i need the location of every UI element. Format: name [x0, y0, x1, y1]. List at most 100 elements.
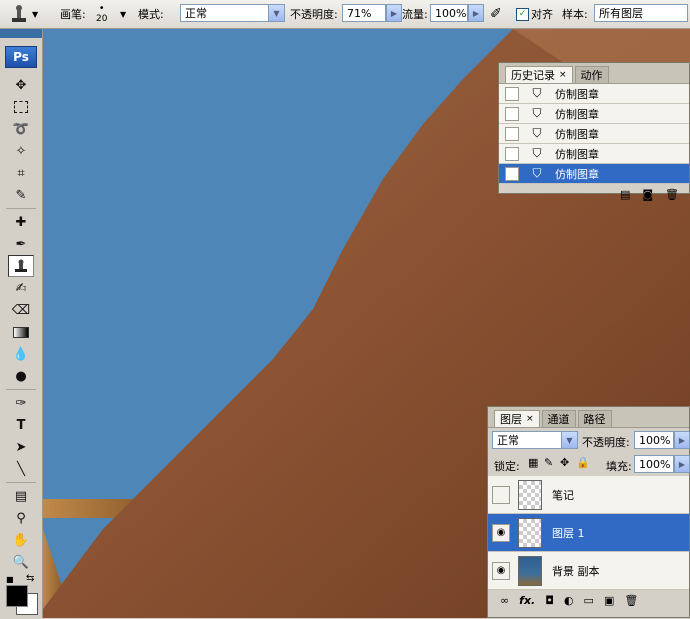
toolbox-grip[interactable] [0, 29, 42, 38]
history-item[interactable]: ⛉ 仿制图章 [499, 164, 689, 184]
airbrush-icon[interactable]: ✐ [490, 0, 502, 28]
hand-tool-icon[interactable]: ✋ [0, 529, 42, 551]
trash-icon[interactable]: 🗑 [624, 594, 638, 607]
mode-value: 正常 [185, 7, 207, 20]
flow-slider-arrow-icon[interactable]: ▶ [468, 4, 484, 22]
sample-select[interactable]: 所有图层 [594, 4, 688, 22]
clone-stamp-icon: ⛉ [532, 146, 542, 160]
new-document-icon[interactable]: ▤ [620, 188, 630, 201]
close-icon[interactable]: × [559, 70, 567, 80]
default-colors-icon[interactable]: ■ [6, 575, 14, 584]
history-snapshot-checkbox[interactable] [505, 126, 519, 141]
eye-icon[interactable]: ◉ [492, 523, 510, 542]
layers-lock-row: 锁定: ▦ ✎ ✥ 🔒 填充: 100% ▶ [488, 452, 690, 476]
opacity-label: 不透明度: [290, 8, 338, 21]
zoom-tool-icon[interactable]: 🔍 [0, 551, 42, 573]
history-item-label: 仿制图章 [555, 107, 599, 121]
add-mask-icon[interactable]: ◘ [545, 594, 554, 607]
gradient-tool-icon[interactable] [0, 321, 42, 343]
swap-colors-icon[interactable]: ⇆ [26, 573, 34, 584]
fill-value: 100% [639, 457, 671, 471]
crop-tool-icon[interactable]: ⌗ [0, 162, 42, 184]
layer-row-background-copy[interactable]: ◉ 背景 副本 [488, 552, 689, 590]
adjustment-layer-icon[interactable]: ◐ [564, 594, 574, 607]
eraser-tool-icon[interactable]: ⌫ [0, 299, 42, 321]
mode-select[interactable]: 正常 ▼ [180, 4, 285, 22]
dodge-tool-icon[interactable]: ● [0, 365, 42, 387]
layer-thumbnail [518, 479, 542, 510]
history-snapshot-checkbox[interactable] [505, 166, 519, 181]
history-panel-tabs: 历史记录 × 动作 [499, 63, 689, 84]
tab-channels[interactable]: 通道 [541, 410, 576, 427]
brush-label: 画笔: [60, 8, 86, 21]
history-item[interactable]: ⛉ 仿制图章 [499, 124, 689, 144]
lock-pixels-icon[interactable]: ✎ [544, 456, 553, 469]
layers-panel-footer: ∞ fx. ◘ ◐ ▭ ▣ 🗑 [488, 590, 689, 610]
history-item[interactable]: ⛉ 仿制图章 [499, 84, 689, 104]
line-tool-icon[interactable]: ╲ [0, 458, 42, 480]
tab-layers[interactable]: 图层 × [494, 410, 540, 427]
opacity-slider-arrow-icon[interactable]: ▶ [386, 4, 402, 22]
healing-brush-tool-icon[interactable]: ✚ [0, 211, 42, 233]
blend-mode-select[interactable]: 正常 ▼ [492, 431, 578, 449]
link-layers-icon[interactable]: ∞ [500, 594, 509, 607]
move-tool-icon[interactable]: ✥ [0, 74, 42, 96]
layer-row-layer1[interactable]: ◉ 图层 1 [488, 514, 689, 552]
lock-transparency-icon[interactable]: ▦ [528, 456, 538, 469]
history-item-label: 仿制图章 [555, 127, 599, 141]
visibility-toggle[interactable] [492, 485, 510, 504]
layer-opacity-input[interactable]: 100% [634, 431, 674, 449]
lasso-tool-icon[interactable]: ➰ [0, 118, 42, 140]
brush-tool-icon[interactable]: ✒ [0, 233, 42, 255]
aligned-toggle[interactable]: ✓ 对齐 [516, 0, 553, 28]
tab-history[interactable]: 历史记录 × [505, 66, 573, 83]
notes-tool-icon[interactable]: ▤ [0, 485, 42, 507]
brush-picker[interactable]: • 20 [96, 0, 107, 28]
history-item[interactable]: ⛉ 仿制图章 [499, 144, 689, 164]
layers-list: 笔记 ◉ 图层 1 ◉ 背景 副本 [488, 476, 689, 590]
eyedropper-tool-icon[interactable]: ⚲ [0, 507, 42, 529]
trash-icon[interactable]: 🗑 [665, 188, 679, 201]
fx-icon[interactable]: fx. [519, 594, 535, 607]
flow-input[interactable]: 100% [430, 4, 468, 22]
layer-thumbnail [518, 517, 542, 548]
blur-tool-icon[interactable]: 💧 [0, 343, 42, 365]
lock-all-icon[interactable]: 🔒 [576, 456, 590, 469]
lock-position-icon[interactable]: ✥ [560, 456, 569, 469]
clone-stamp-icon: ⛉ [532, 126, 542, 140]
path-selection-tool-icon[interactable]: ➤ [0, 436, 42, 458]
layer-opacity-value: 100% [639, 433, 671, 447]
lock-label: 锁定: [494, 460, 520, 473]
layer-opacity-arrow-icon[interactable]: ▶ [674, 431, 690, 449]
tab-paths-label: 路径 [583, 413, 606, 426]
fill-input[interactable]: 100% [634, 455, 674, 473]
history-snapshot-checkbox[interactable] [505, 86, 519, 101]
aligned-checkbox[interactable]: ✓ [516, 7, 529, 21]
history-item[interactable]: ⛉ 仿制图章 [499, 104, 689, 124]
brush-size: 20 [96, 14, 108, 24]
tab-actions[interactable]: 动作 [574, 66, 609, 83]
fill-arrow-icon[interactable]: ▶ [674, 455, 690, 473]
new-group-icon[interactable]: ▭ [584, 594, 594, 607]
magic-wand-tool-icon[interactable]: ✧ [0, 140, 42, 162]
history-brush-tool-icon[interactable]: ✍ [0, 277, 42, 299]
clone-stamp-preset-icon[interactable]: ▼ [8, 0, 38, 28]
layer-row-notes[interactable]: 笔记 [488, 476, 689, 514]
eye-icon[interactable]: ◉ [492, 561, 510, 580]
clone-stamp-tool-icon[interactable] [8, 255, 34, 277]
slice-tool-icon[interactable]: ✎ [0, 184, 42, 206]
new-layer-icon[interactable]: ▣ [604, 594, 614, 607]
type-tool-icon[interactable]: T [0, 414, 42, 436]
history-snapshot-checkbox[interactable] [505, 146, 519, 161]
pen-tool-icon[interactable]: ✑ [0, 392, 42, 414]
new-snapshot-icon[interactable]: ◙ [642, 188, 653, 201]
history-snapshot-checkbox[interactable] [505, 106, 519, 121]
tab-paths[interactable]: 路径 [577, 410, 612, 427]
close-icon[interactable]: × [526, 414, 534, 424]
brush-dropdown-icon[interactable]: ▼ [120, 0, 126, 28]
marquee-tool-icon[interactable] [0, 96, 42, 118]
tab-channels-label: 通道 [547, 413, 570, 426]
foreground-color-swatch[interactable] [6, 585, 28, 607]
history-item-label: 仿制图章 [555, 147, 599, 161]
opacity-input[interactable]: 71% [342, 4, 386, 22]
